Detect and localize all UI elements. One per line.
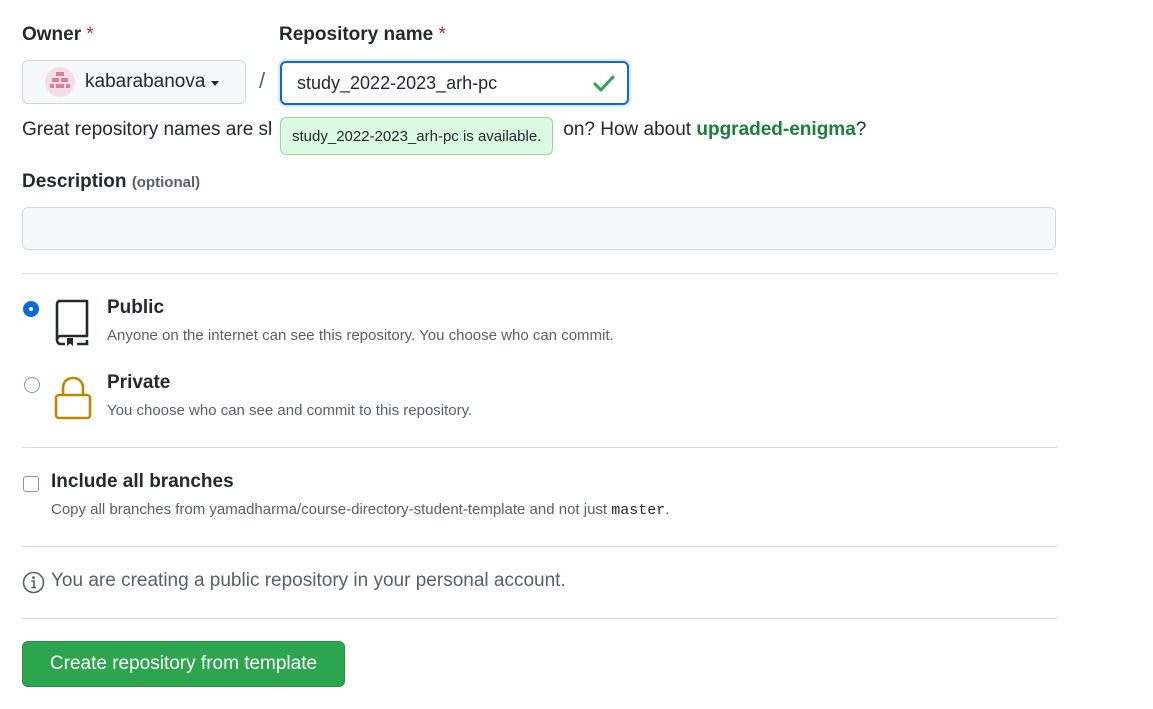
include-all-branches-title: Include all branches — [51, 471, 234, 492]
private-option-title: Private — [107, 372, 171, 393]
include-all-branches-description: Copy all branches from yamadharma/course… — [51, 501, 670, 519]
repo-icon — [53, 298, 91, 351]
include-all-branches-checkbox[interactable] — [23, 476, 39, 492]
divider — [22, 618, 1057, 619]
visibility-info-text: You are creating a public repository in … — [51, 570, 566, 591]
optional-label: (optional) — [131, 174, 201, 191]
owner-repo-separator: / — [259, 68, 266, 93]
divider — [22, 273, 1057, 274]
create-repository-button[interactable]: Create repository from template — [22, 641, 345, 687]
private-option-description: You choose who can see and commit to thi… — [107, 402, 473, 419]
branch-name-code: master — [611, 502, 666, 519]
required-mark: * — [438, 24, 446, 45]
chevron-down-icon — [211, 81, 220, 86]
divider — [22, 546, 1057, 547]
name-suggestion-link[interactable]: upgraded-enigma — [696, 119, 855, 140]
public-option-title: Public — [107, 297, 165, 318]
required-mark: * — [86, 24, 94, 45]
description-label: Description (optional) — [22, 171, 201, 192]
public-option-description: Anyone on the internet can see this repo… — [107, 327, 614, 344]
check-icon — [592, 71, 616, 95]
private-radio[interactable] — [24, 377, 40, 393]
lock-icon — [53, 375, 93, 426]
availability-tooltip: study_2022-2023_arh-pc is available. — [280, 117, 554, 155]
info-icon — [22, 571, 45, 599]
owner-select-button[interactable]: kabarabanova — [22, 60, 246, 104]
owner-label: Owner * — [22, 24, 94, 45]
avatar — [45, 67, 75, 97]
description-input[interactable] — [22, 207, 1056, 250]
public-radio[interactable] — [24, 302, 38, 316]
repository-name-input[interactable] — [280, 61, 629, 105]
divider — [22, 447, 1057, 448]
repository-name-label: Repository name * — [279, 24, 446, 45]
owner-username: kabarabanova — [85, 71, 206, 92]
